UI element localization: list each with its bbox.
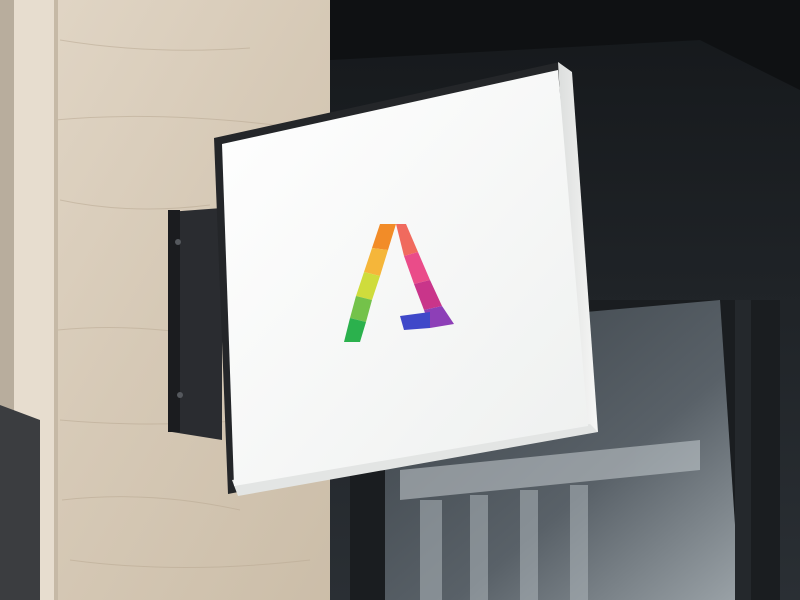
wall-ledge [0,405,40,600]
bracket-bolt-top [175,239,181,245]
window-mullion [735,300,751,600]
bracket-bolt-bottom [177,392,183,398]
sign-face [222,70,588,486]
storefront-scene [0,0,800,600]
pilaster-edge [54,0,58,600]
